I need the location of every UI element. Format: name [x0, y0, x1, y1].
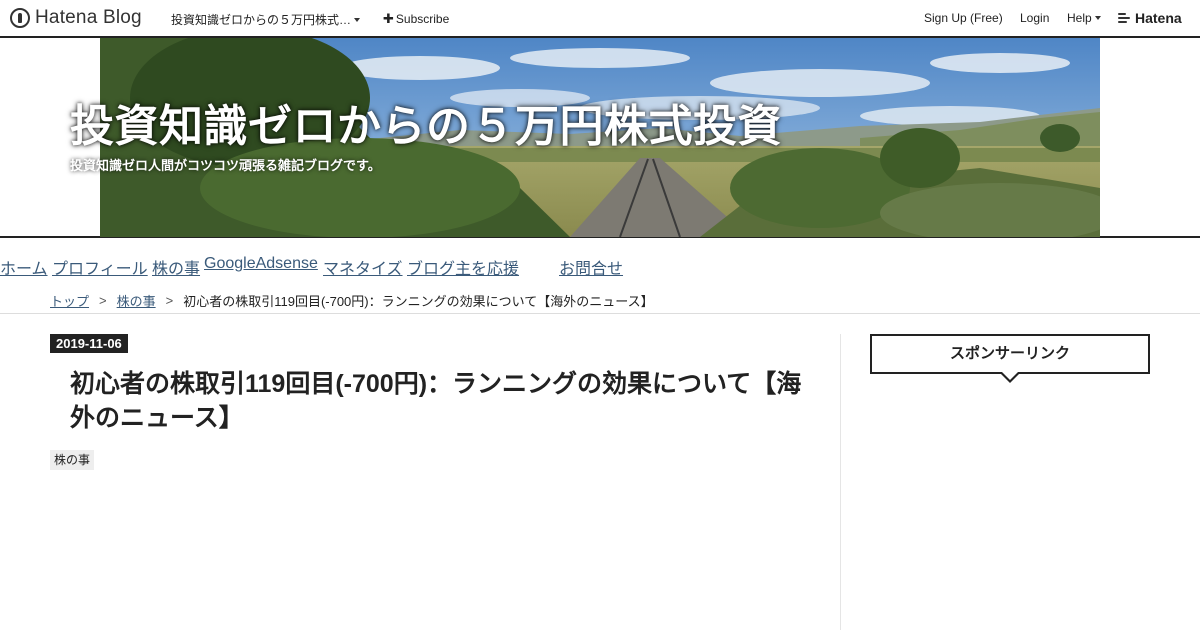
blog-description: 投資知識ゼロ人間がコツコツ頑張る雑記ブログです。	[70, 158, 381, 173]
sponsor-link-heading: スポンサーリンク	[870, 334, 1150, 374]
blog-title[interactable]: 投資知識ゼロからの５万円株式投資	[70, 90, 782, 154]
breadcrumb-separator: >	[99, 293, 107, 308]
breadcrumb: トップ > 株の事 > 初心者の株取引119回目(-700円)：ランニングの効果…	[50, 291, 654, 310]
entry-title[interactable]: 初心者の株取引119回目(-700円)：ランニングの効果について【海外のニュース…	[70, 367, 810, 435]
entry-date-badge[interactable]: 2019-11-06	[50, 334, 128, 353]
nav-item-home[interactable]: ホーム	[0, 255, 48, 279]
nav-item-support[interactable]: ブログ主を応援	[407, 255, 519, 279]
sidebar-divider	[840, 334, 841, 630]
breadcrumb-separator: >	[165, 293, 174, 308]
signup-link[interactable]: Sign Up (Free)	[924, 11, 1003, 25]
hatena-brand-text: Hatena	[1135, 10, 1182, 26]
help-dropdown[interactable]: Help	[1067, 11, 1101, 25]
logo-text: Hatena Blog	[35, 7, 142, 28]
breadcrumb-current: 初心者の株取引119回目(-700円)：ランニングの効果について【海外のニュース…	[183, 294, 654, 309]
hatena-mark-icon	[1118, 12, 1132, 24]
nav-item-contact[interactable]: お問合せ	[559, 255, 623, 279]
nav-item-monetize[interactable]: マネタイズ	[323, 255, 403, 279]
blog-menu-label: 投資知識ゼロからの５万円株式…	[171, 13, 352, 27]
nav-item-googleadsense[interactable]: GoogleAdsense	[204, 255, 318, 273]
subscribe-button[interactable]: ✚ Subscribe	[383, 11, 449, 27]
nav-item-stocks[interactable]: 株の事	[152, 255, 200, 279]
entry-category-tag[interactable]: 株の事	[50, 450, 95, 470]
subscribe-label: Subscribe	[395, 12, 450, 26]
breadcrumb-home[interactable]: トップ	[50, 291, 89, 310]
caret-down-icon	[1094, 16, 1101, 20]
speech-tail-inner	[1002, 372, 1018, 380]
hatena-brand-logo[interactable]: Hatena	[1118, 10, 1182, 26]
hatena-blog-logo[interactable]: Hatena Blog	[10, 7, 142, 28]
nav-item-profile[interactable]: プロフィール	[52, 255, 148, 279]
plus-icon: ✚	[383, 11, 394, 26]
caret-down-icon	[354, 17, 361, 22]
blog-header: 投資知識ゼロからの５万円株式投資 投資知識ゼロ人間がコツコツ頑張る雑記ブログです…	[0, 38, 1200, 238]
breadcrumb-category[interactable]: 株の事	[117, 291, 156, 310]
hatena-topbar: Hatena Blog 投資知識ゼロからの５万円株式… ✚ Subscribe …	[0, 0, 1200, 38]
login-link[interactable]: Login	[1020, 11, 1049, 25]
blog-menu-dropdown[interactable]: 投資知識ゼロからの５万円株式…	[171, 11, 361, 28]
hatena-blog-icon	[10, 8, 30, 28]
breadcrumb-divider	[0, 313, 1200, 314]
help-label: Help	[1067, 11, 1092, 25]
